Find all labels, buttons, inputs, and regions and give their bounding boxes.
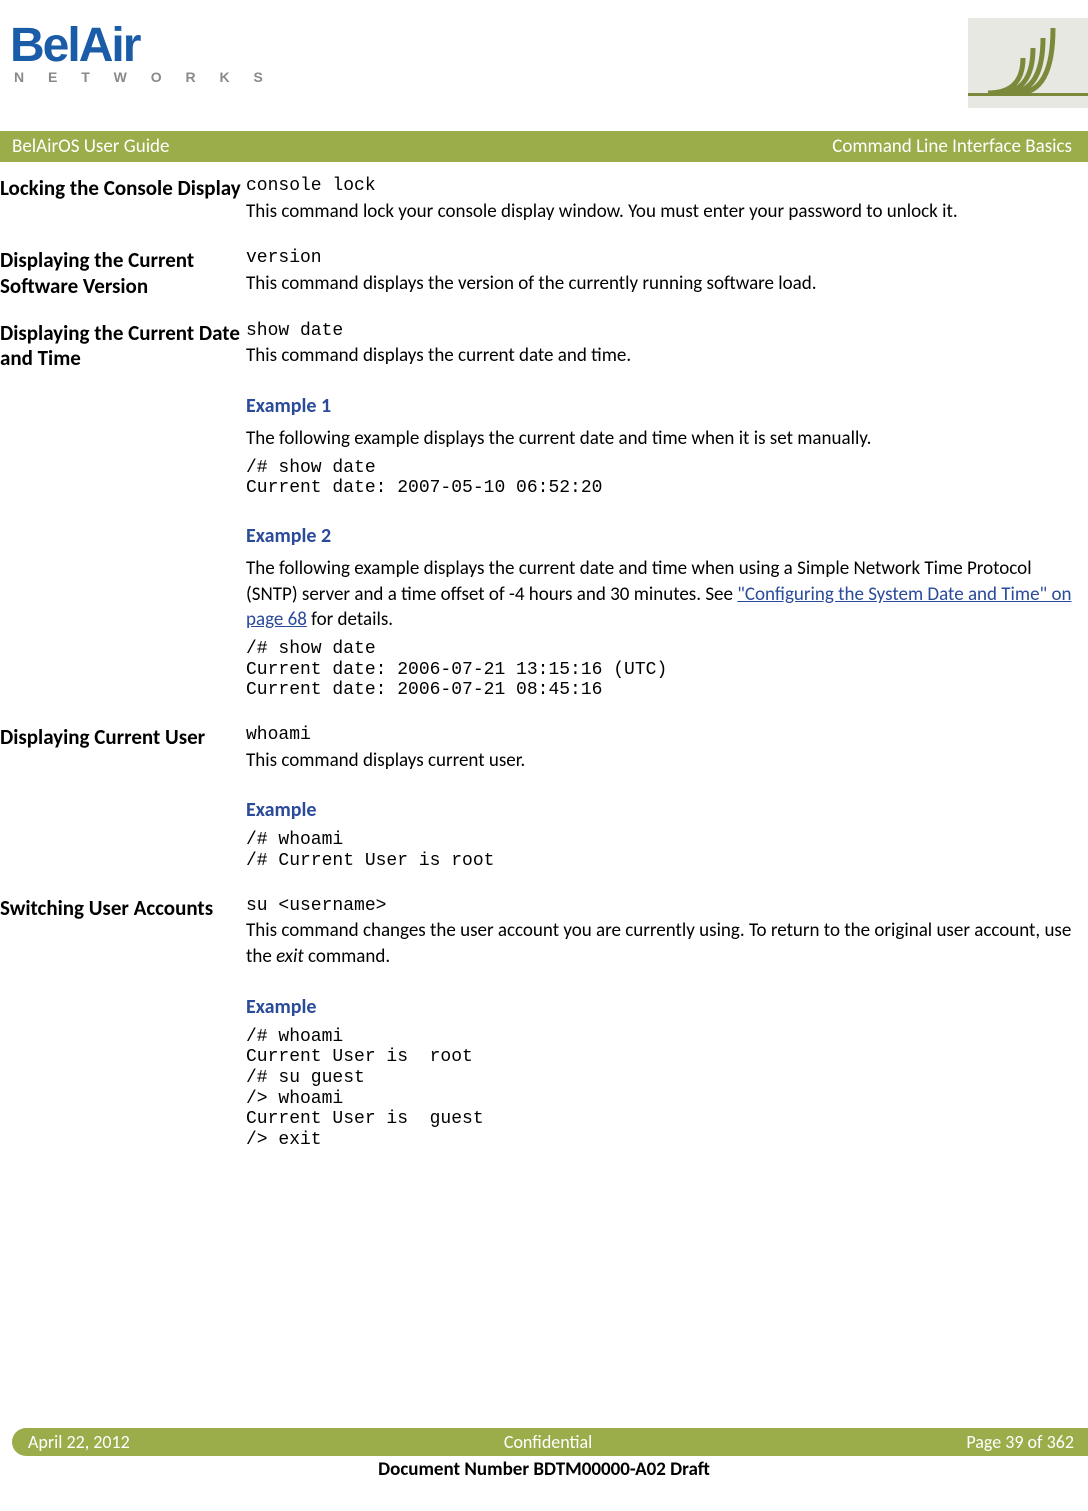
footer-page: Page 39 of 362 <box>966 1431 1074 1453</box>
section-body: whoami This command displays current use… <box>246 725 1076 878</box>
footer: April 22, 2012 Confidential Page 39 of 3… <box>0 1428 1088 1481</box>
section-body: console lock This command lock your cons… <box>246 176 1076 230</box>
section-body: version This command displays the versio… <box>246 248 1076 302</box>
logo-main-text: BelAir <box>10 19 139 72</box>
text-post: for details. <box>307 608 393 631</box>
description-text: This command lock your console display w… <box>246 199 1076 225</box>
section-heading: Displaying Current User <box>0 725 246 750</box>
logo: BelAir N E T W O R K S <box>10 18 273 85</box>
code-block: /# whoami Current User is root /# su gue… <box>246 1027 1076 1151</box>
example-heading: Example <box>246 994 1076 1021</box>
footer-bar: April 22, 2012 Confidential Page 39 of 3… <box>12 1428 1088 1456</box>
section-version: Displaying the Current Software Version … <box>0 248 1076 302</box>
logo-sub-text: N E T W O R K S <box>14 69 273 85</box>
command-text: su <username> <box>246 896 1076 917</box>
section-su: Switching User Accounts su <username> Th… <box>0 896 1076 1157</box>
section-show-date: Displaying the Current Date and Time sho… <box>0 321 1076 707</box>
section-console-lock: Locking the Console Display console lock… <box>0 176 1076 230</box>
example-text: The following example displays the curre… <box>246 426 1076 452</box>
chapter-title: Command Line Interface Basics <box>832 135 1072 158</box>
header: BelAir N E T W O R K S <box>0 0 1088 113</box>
example-heading: Example 1 <box>246 393 1076 420</box>
description-text: This command changes the user account yo… <box>246 918 1076 969</box>
footer-date: April 22, 2012 <box>28 1431 130 1453</box>
section-body: su <username> This command changes the u… <box>246 896 1076 1157</box>
example-heading: Example <box>246 797 1076 824</box>
description-text: This command displays the current date a… <box>246 343 1076 369</box>
command-text: console lock <box>246 176 1076 197</box>
exit-command-italic: exit <box>276 945 304 968</box>
guide-title: BelAirOS User Guide <box>12 135 170 158</box>
title-bar: BelAirOS User Guide Command Line Interfa… <box>0 131 1088 162</box>
footer-confidential: Confidential <box>504 1431 592 1453</box>
description-text: This command displays the version of the… <box>246 271 1076 297</box>
example-heading: Example 2 <box>246 523 1076 550</box>
section-heading: Switching User Accounts <box>0 896 246 921</box>
code-block: /# whoami /# Current User is root <box>246 830 1076 871</box>
command-text: whoami <box>246 725 1076 746</box>
code-block: /# show date Current date: 2007-05-10 06… <box>246 458 1076 499</box>
command-text: show date <box>246 321 1076 342</box>
section-heading: Displaying the Current Software Version <box>0 248 246 298</box>
example-text: The following example displays the curre… <box>246 556 1076 633</box>
command-text: version <box>246 248 1076 269</box>
section-heading: Locking the Console Display <box>0 176 246 201</box>
content-area: Locking the Console Display console lock… <box>0 162 1088 1157</box>
section-whoami: Displaying Current User whoami This comm… <box>0 725 1076 878</box>
section-body: show date This command displays the curr… <box>246 321 1076 707</box>
code-block: /# show date Current date: 2006-07-21 13… <box>246 639 1076 701</box>
description-text: This command displays current user. <box>246 748 1076 774</box>
wireless-icon <box>968 18 1088 113</box>
document-number: Document Number BDTM00000-A02 Draft <box>0 1458 1088 1481</box>
section-heading: Displaying the Current Date and Time <box>0 321 246 371</box>
text-post: command. <box>304 945 390 968</box>
